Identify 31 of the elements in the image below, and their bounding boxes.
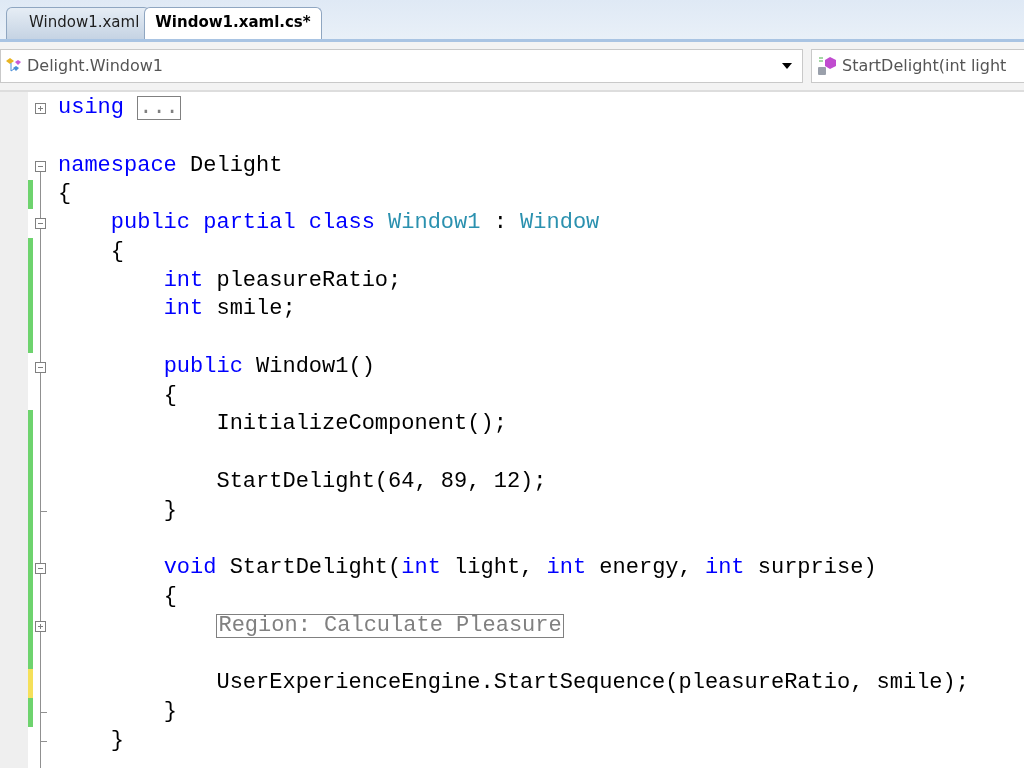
code-text: UserExperienceEngine.StartSequence(pleasureRatio, smile);: [216, 669, 969, 697]
type-dropdown[interactable]: Delight.Window1: [0, 49, 803, 83]
code-text: {: [110, 237, 124, 266]
collapse-icon[interactable]: [35, 218, 46, 229]
code-text: }: [163, 496, 177, 525]
file-tab[interactable]: Window1.xaml.cs*: [144, 7, 322, 39]
code-text: void StartDelight(int light, int energy, int surprise): [163, 554, 877, 582]
code-text: int pleasureRatio;: [163, 266, 402, 295]
expand-icon[interactable]: [35, 103, 46, 114]
code-text: }: [110, 726, 124, 755]
collapse-icon[interactable]: [35, 563, 46, 574]
code-text: {: [58, 180, 72, 209]
code-text: public partial class Window1 : Window: [110, 209, 600, 237]
code-text: {: [163, 381, 177, 410]
code-text: public Window1(): [163, 352, 375, 381]
method-icon: [816, 55, 838, 77]
class-icon: [5, 57, 23, 75]
code-text: {: [163, 582, 177, 611]
code-text: namespace Delight: [58, 151, 283, 180]
code-text: }: [163, 697, 177, 726]
code-text: using: [58, 94, 124, 122]
caret-icon: [782, 63, 792, 69]
code-text: InitializeComponent();: [216, 410, 507, 439]
collapse-icon[interactable]: [35, 160, 46, 172]
expand-icon[interactable]: [35, 620, 46, 632]
collapsed-region[interactable]: ...: [137, 96, 181, 121]
code-text: StartDelight(64, 89, 12);: [216, 467, 547, 496]
code-text: int smile;: [163, 295, 296, 324]
collapsed-region[interactable]: Region: Calculate Pleasure: [216, 613, 564, 638]
collapse-icon[interactable]: [35, 361, 46, 373]
member-dropdown[interactable]: StartDelight(int light: [811, 49, 1024, 83]
